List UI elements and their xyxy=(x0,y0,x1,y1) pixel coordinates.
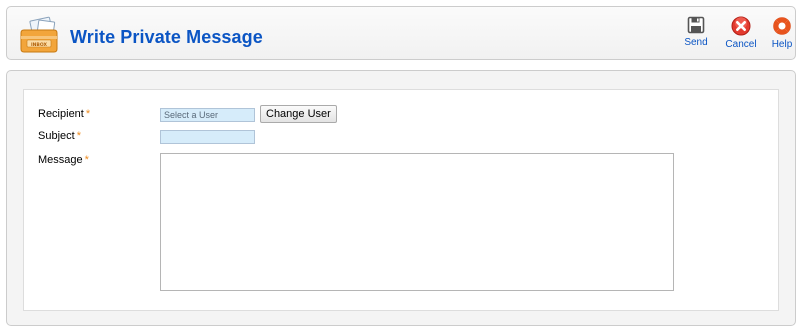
floppy-disk-icon xyxy=(687,16,705,34)
required-star: * xyxy=(85,108,91,120)
message-textarea[interactable] xyxy=(160,153,674,291)
subject-field[interactable] xyxy=(160,130,255,144)
page-title: Write Private Message xyxy=(70,27,263,47)
recipient-label-text: Recipient xyxy=(38,108,84,120)
required-star: * xyxy=(84,154,89,166)
message-form: Recipient * Select a User Change User Sub… xyxy=(23,89,779,311)
send-button[interactable]: Send xyxy=(679,16,713,58)
required-star: * xyxy=(76,130,81,142)
main-panel: Recipient * Select a User Change User Sub… xyxy=(6,70,796,326)
subject-label-text: Subject xyxy=(38,130,75,142)
help-button[interactable]: Help xyxy=(767,16,797,58)
message-label: Message * xyxy=(38,154,89,166)
cancel-icon xyxy=(731,16,751,36)
cancel-label: Cancel xyxy=(725,39,757,50)
recipient-field[interactable]: Select a User xyxy=(160,108,255,122)
recipient-label: Recipient * xyxy=(38,108,90,120)
send-label: Send xyxy=(684,37,708,48)
help-label: Help xyxy=(771,39,793,50)
help-lifebuoy-icon xyxy=(773,17,791,35)
cancel-button[interactable]: Cancel xyxy=(721,16,761,58)
inbox-icon: INBOX xyxy=(20,16,58,53)
inbox-icon-text: INBOX xyxy=(31,42,48,48)
toolbar-header: INBOX Write Private Message Send Cancel … xyxy=(6,6,796,60)
message-label-text: Message xyxy=(38,154,83,166)
subject-label: Subject * xyxy=(38,130,81,142)
change-user-button[interactable]: Change User xyxy=(260,105,337,123)
